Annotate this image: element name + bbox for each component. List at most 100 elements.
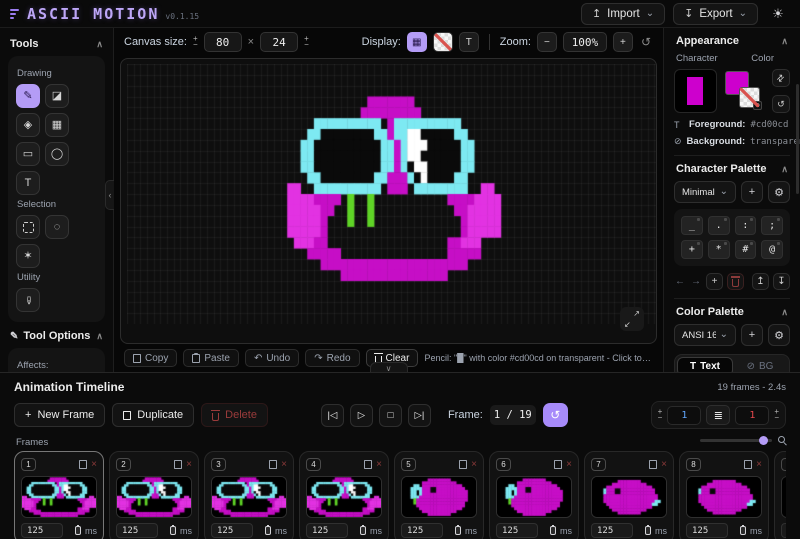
slider-handle[interactable] — [759, 436, 768, 445]
add-character-button[interactable]: + — [706, 273, 723, 290]
frame-thumbnail[interactable] — [591, 476, 667, 518]
eyedropper-tool[interactable]: ✑ — [16, 288, 40, 312]
frame-card-2[interactable]: 2×125ms — [109, 451, 199, 539]
duplicate-frame-button[interactable]: Duplicate — [112, 403, 194, 427]
onion-prev-input[interactable]: 1 — [667, 406, 701, 425]
frame-thumbnail[interactable] — [306, 476, 382, 518]
toggle-transparency-button[interactable] — [433, 32, 453, 52]
zoom-out-button[interactable]: − — [537, 32, 557, 52]
color-palette-header[interactable]: Color Palette ∧ — [676, 306, 788, 318]
width-stepper[interactable]: + − — [193, 36, 198, 48]
char-key[interactable]: * — [708, 240, 730, 259]
delete-frame-button[interactable]: Delete — [201, 403, 268, 427]
add-character-palette-button[interactable]: + — [741, 181, 763, 203]
char-key[interactable]: + — [681, 240, 703, 259]
frame-duration-input[interactable]: 125 — [116, 523, 158, 538]
color-palette-settings-button[interactable]: ⚙ — [768, 324, 790, 346]
duplicate-frame-icon[interactable] — [79, 457, 87, 472]
stepper-down-icon[interactable]: − — [193, 42, 198, 48]
onion-next-input[interactable]: 1 — [735, 406, 769, 425]
frame-duration-input[interactable]: 125 — [306, 523, 348, 538]
duplicate-frame-icon[interactable] — [554, 457, 562, 472]
delete-frame-icon[interactable]: × — [471, 460, 477, 470]
canvas-width-input[interactable]: 80 — [204, 32, 242, 52]
char-key[interactable]: _ — [681, 216, 703, 235]
skip-to-start-button[interactable]: |◁ — [321, 404, 344, 427]
appearance-header[interactable]: Appearance ∧ — [676, 35, 788, 47]
loop-toggle-button[interactable]: ↺ — [543, 403, 568, 427]
character-preset-dropdown[interactable]: Minimal ASC ⌄ — [674, 181, 736, 203]
select-rect-tool[interactable] — [16, 215, 40, 239]
frame-duration-input[interactable]: 125 — [686, 523, 728, 538]
canvas-height-input[interactable]: 24 — [260, 32, 298, 52]
swap-colors-button[interactable]: ⇄ — [772, 69, 790, 87]
toggle-grid-button[interactable]: ▦ — [407, 32, 427, 52]
import-button[interactable]: ↥ Import ⌄ — [581, 3, 665, 25]
tool-options-header[interactable]: ✎ Tool Options ∧ — [10, 330, 103, 342]
export-button[interactable]: ↧ Export ⌄ — [673, 3, 758, 25]
duplicate-frame-icon[interactable] — [649, 457, 657, 472]
delete-frame-icon[interactable]: × — [756, 460, 762, 470]
height-stepper[interactable]: + − — [304, 36, 309, 48]
delete-character-button[interactable] — [727, 273, 744, 290]
char-key[interactable]: ; — [761, 216, 783, 235]
pencil-tool[interactable]: ✎ — [16, 84, 40, 108]
sidebar-collapse-handle[interactable]: ‹ — [105, 180, 114, 210]
play-button[interactable]: ▷ — [350, 404, 373, 427]
frame-thumbnail[interactable] — [116, 476, 192, 518]
char-key[interactable]: : — [735, 216, 757, 235]
theme-toggle-button[interactable]: ☀ — [766, 2, 790, 26]
palette-prev-button[interactable]: ← — [674, 276, 686, 287]
toggle-characters-button[interactable]: T — [459, 32, 479, 52]
frame-card-5[interactable]: 5×125ms — [394, 451, 484, 539]
stepper-down-icon[interactable]: − — [304, 42, 309, 48]
delete-frame-icon[interactable]: × — [661, 460, 667, 470]
redo-button[interactable]: ↷ Redo — [305, 349, 359, 367]
onion-prev-stepper[interactable]: +− — [658, 409, 663, 421]
reset-colors-button[interactable]: ↺ — [772, 95, 790, 113]
frame-card-6[interactable]: 6×125ms — [489, 451, 579, 539]
zoom-in-button[interactable]: + — [613, 32, 633, 52]
tools-header[interactable]: Tools ∧ — [10, 38, 103, 50]
lasso-tool[interactable]: ◌ — [45, 215, 69, 239]
char-key[interactable]: . — [708, 216, 730, 235]
frame-thumbnail[interactable] — [781, 476, 786, 518]
palette-next-button[interactable]: → — [690, 276, 702, 287]
frame-thumbnail[interactable] — [211, 476, 287, 518]
frame-duration-input[interactable]: 125 — [401, 523, 443, 538]
delete-frame-icon[interactable]: × — [566, 460, 572, 470]
delete-frame-icon[interactable]: × — [281, 460, 287, 470]
frame-duration-input[interactable]: 125 — [21, 523, 63, 538]
frame-size-slider[interactable] — [700, 436, 786, 444]
frame-duration-input[interactable]: 125 — [781, 523, 786, 538]
frame-thumbnail[interactable] — [21, 476, 97, 518]
slider-track[interactable] — [700, 439, 772, 442]
character-preview[interactable] — [674, 69, 717, 113]
fullscreen-canvas-button[interactable]: ↗↙ — [620, 307, 644, 331]
rectangle-tool[interactable]: ▭ — [16, 142, 40, 166]
fill-bucket-tool[interactable]: ◈ — [16, 113, 40, 137]
frame-thumbnail[interactable] — [686, 476, 762, 518]
char-key[interactable]: @ — [761, 240, 783, 259]
paste-button[interactable]: Paste — [183, 349, 239, 367]
delete-frame-icon[interactable]: × — [91, 460, 97, 470]
frame-card-7[interactable]: 7×125ms — [584, 451, 674, 539]
duplicate-frame-icon[interactable] — [174, 457, 182, 472]
eraser-tool[interactable]: ◪ — [45, 84, 69, 108]
zoom-reset-button[interactable]: ↺ — [639, 35, 653, 49]
undo-button[interactable]: ↶ Undo — [245, 349, 299, 367]
delete-frame-icon[interactable]: × — [186, 460, 192, 470]
rect-fill-tool[interactable]: ▦ — [45, 113, 69, 137]
delete-frame-icon[interactable]: × — [376, 460, 382, 470]
skip-to-end-button[interactable]: ▷| — [408, 404, 431, 427]
duplicate-frame-icon[interactable] — [364, 457, 372, 472]
text-tool-tool[interactable]: T — [16, 171, 40, 195]
onion-next-stepper[interactable]: +− — [774, 409, 779, 421]
copy-button[interactable]: Copy — [124, 349, 177, 367]
char-key[interactable]: # — [735, 240, 757, 259]
frame-duration-input[interactable]: 125 — [496, 523, 538, 538]
frame-card-3[interactable]: 3×125ms — [204, 451, 294, 539]
duplicate-frame-icon[interactable] — [269, 457, 277, 472]
character-palette-header[interactable]: Character Palette ∧ — [676, 163, 788, 175]
frame-thumbnail[interactable] — [496, 476, 572, 518]
